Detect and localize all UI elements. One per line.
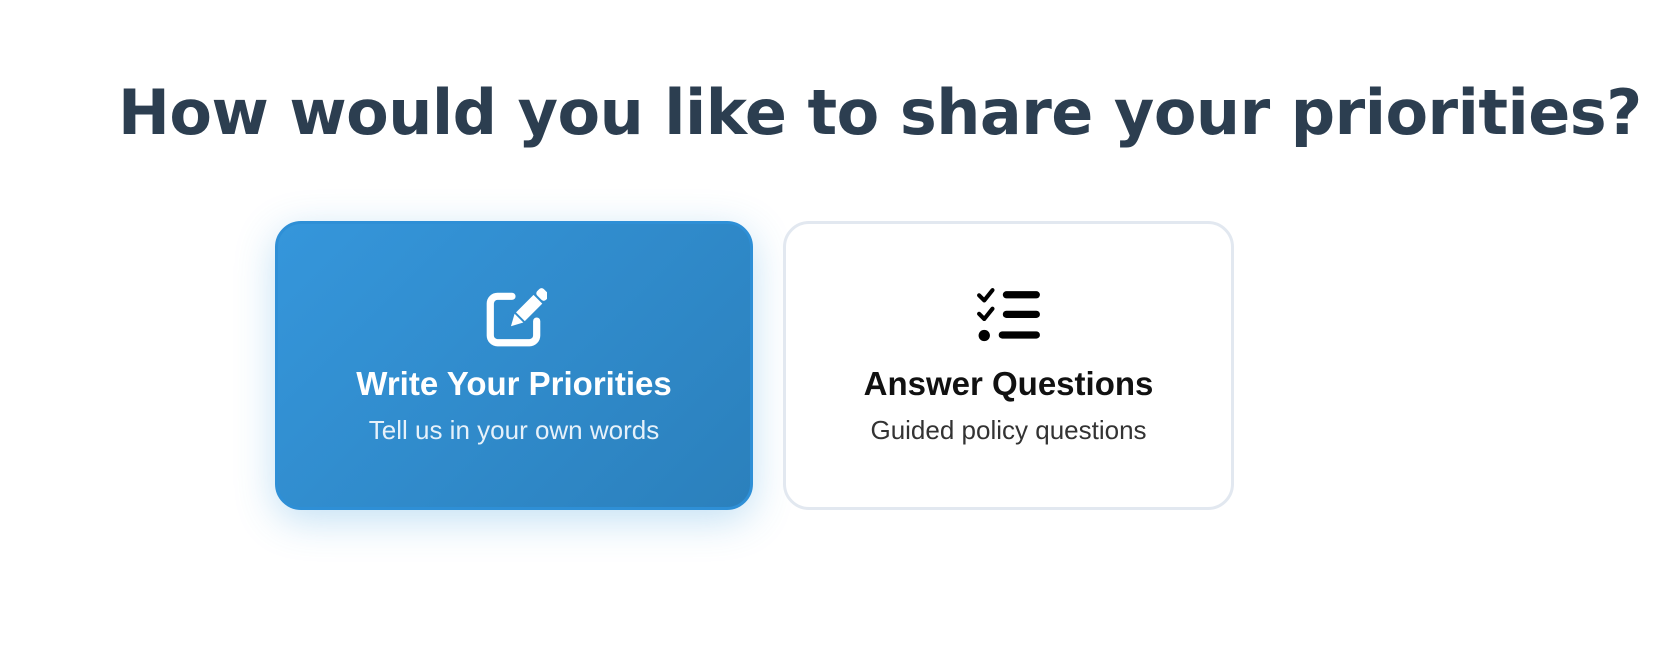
answer-questions-option[interactable]: Answer Questions Guided policy questions — [783, 221, 1234, 510]
answer-questions-subtitle: Guided policy questions — [870, 414, 1147, 445]
pencil-square-icon — [481, 286, 547, 352]
checklist-icon — [976, 286, 1042, 352]
write-priorities-option[interactable]: Write Your Priorities Tell us in your ow… — [275, 221, 753, 510]
write-priorities-title: Write Your Priorities — [356, 365, 672, 402]
page-title: How would you like to share your priorit… — [118, 76, 1642, 149]
answer-questions-title: Answer Questions — [863, 365, 1154, 402]
write-priorities-subtitle: Tell us in your own words — [368, 414, 660, 445]
